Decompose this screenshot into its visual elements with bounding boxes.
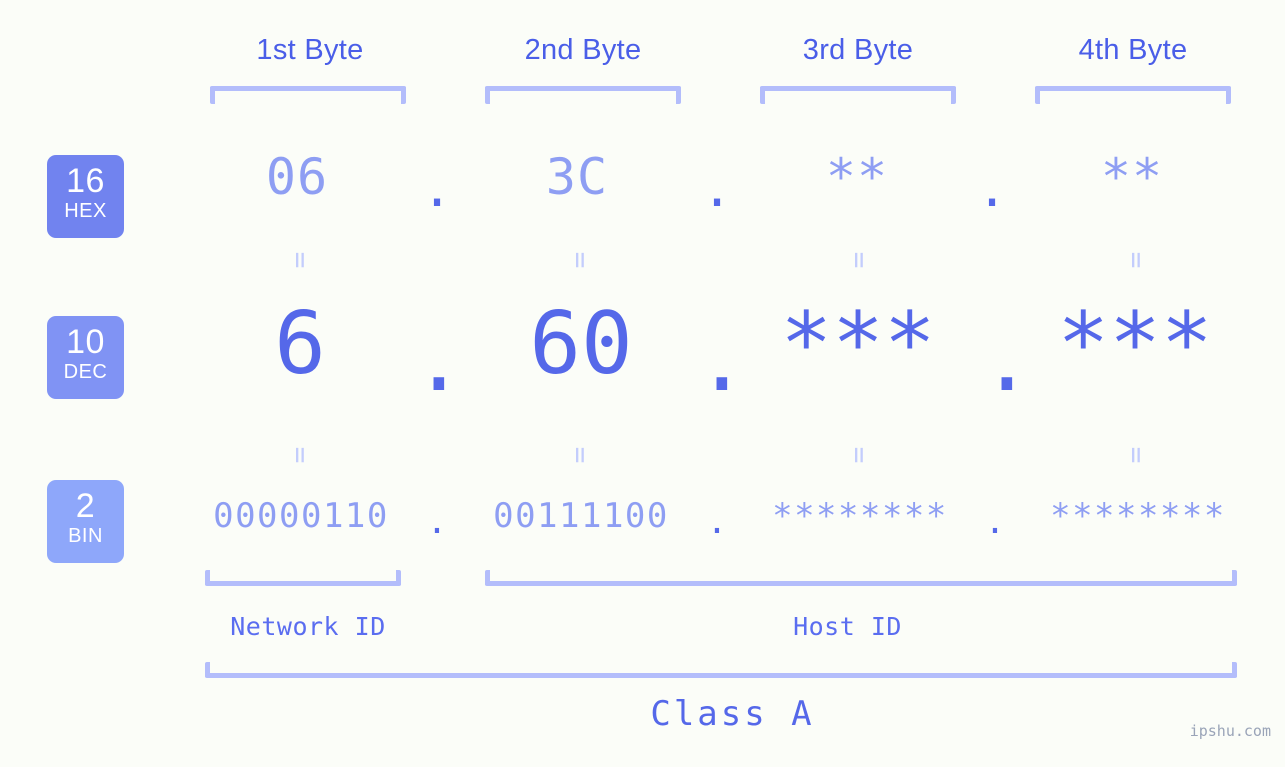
class-label: Class A xyxy=(650,694,815,734)
badge-bin-number: 2 xyxy=(75,487,96,525)
bin-byte-4: ******** xyxy=(1050,496,1226,536)
byte-bracket-2 xyxy=(485,86,681,104)
bin-byte-2: 00111100 xyxy=(493,496,669,536)
dec-separator-1: . xyxy=(413,311,465,411)
equals-mark-2-3: = xyxy=(843,446,876,464)
badge-dec-number: 10 xyxy=(66,323,105,361)
byte-bracket-3 xyxy=(760,86,956,104)
badge-dec: 10 DEC xyxy=(47,316,124,399)
badge-bin-name: BIN xyxy=(68,525,103,547)
byte-bracket-4 xyxy=(1035,86,1231,104)
network-id-bracket xyxy=(205,570,401,586)
bin-separator-1: . xyxy=(426,502,448,542)
equals-mark-2-2: = xyxy=(564,446,597,464)
byte-header-4: 4th Byte xyxy=(1078,34,1188,66)
badge-hex-number: 16 xyxy=(66,162,105,200)
hex-separator-3: . xyxy=(976,160,1008,218)
badge-hex-name: HEX xyxy=(64,200,107,222)
badge-hex: 16 HEX xyxy=(47,155,124,238)
byte-bracket-1 xyxy=(210,86,406,104)
equals-mark-2-1: = xyxy=(284,446,317,464)
byte-header-2: 2nd Byte xyxy=(524,34,642,66)
dec-separator-2: . xyxy=(696,311,748,411)
badge-bin: 2 BIN xyxy=(47,480,124,563)
bin-byte-3: ******** xyxy=(772,496,948,536)
bin-separator-2: . xyxy=(706,502,728,542)
network-id-label: Network ID xyxy=(230,612,386,641)
bin-byte-1: 00000110 xyxy=(213,496,389,536)
class-bracket xyxy=(205,662,1237,678)
bin-separator-3: . xyxy=(984,502,1006,542)
hex-separator-1: . xyxy=(421,160,453,218)
byte-header-3: 3rd Byte xyxy=(802,34,914,66)
badge-dec-name: DEC xyxy=(63,361,108,383)
byte-header-1: 1st Byte xyxy=(256,34,364,66)
ip-address-breakdown-diagram: 1st Byte 2nd Byte 3rd Byte 4th Byte 16 H… xyxy=(0,0,1285,767)
equals-mark-2-4: = xyxy=(1120,446,1153,464)
watermark: ipshu.com xyxy=(1189,722,1271,740)
host-id-label: Host ID xyxy=(793,612,902,641)
host-id-bracket xyxy=(485,570,1237,586)
hex-separator-2: . xyxy=(701,160,733,218)
